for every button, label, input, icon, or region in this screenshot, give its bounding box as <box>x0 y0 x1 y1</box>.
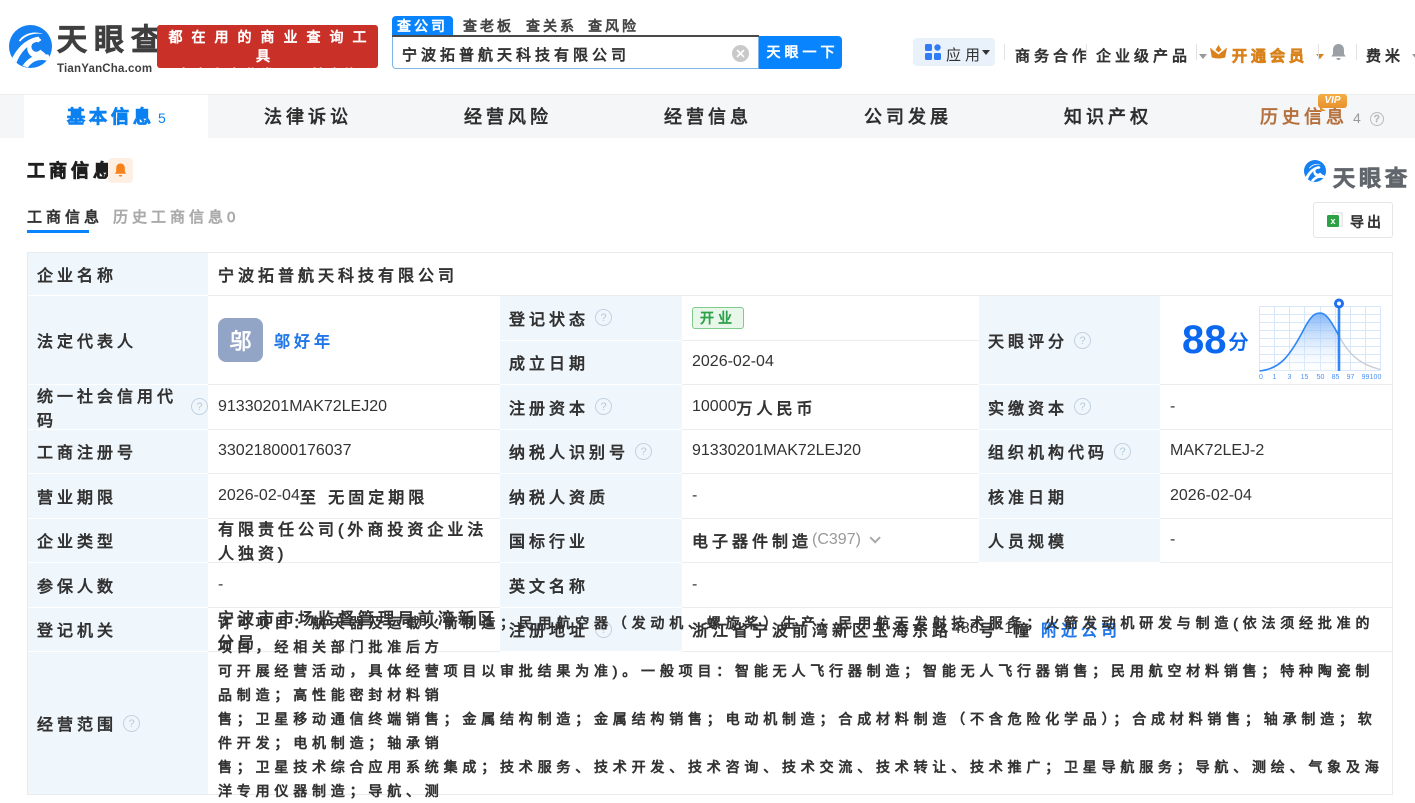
svg-text:15: 15 <box>1301 374 1309 380</box>
svg-text:97: 97 <box>1347 374 1355 380</box>
svg-text:99: 99 <box>1362 374 1370 380</box>
svg-text:3: 3 <box>1288 374 1292 380</box>
svg-text:0: 0 <box>1259 374 1263 380</box>
svg-text:1: 1 <box>1273 374 1277 380</box>
svg-text:x: x <box>1330 216 1335 226</box>
svg-text:100: 100 <box>1370 374 1382 380</box>
svg-text:50: 50 <box>1317 374 1325 380</box>
svg-text:85: 85 <box>1332 374 1340 380</box>
